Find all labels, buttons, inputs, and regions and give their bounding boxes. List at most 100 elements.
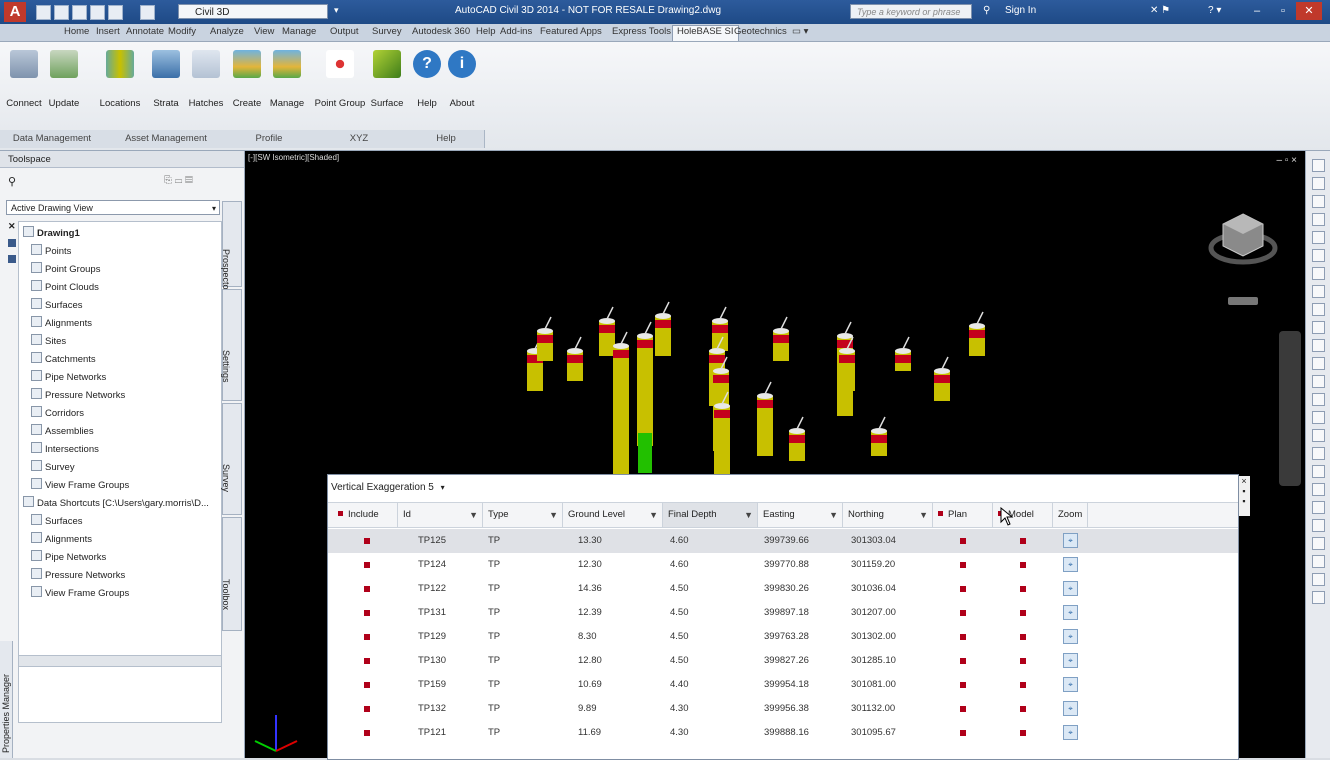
surface-button[interactable]: Surface	[368, 50, 406, 109]
tree-node-points[interactable]: Points	[31, 244, 71, 257]
plan-checkbox[interactable]	[960, 658, 966, 664]
palette-tool-icon[interactable]	[1312, 573, 1325, 586]
column-type[interactable]: Type ▼	[483, 503, 563, 527]
tree-node-ds-pipe-networks[interactable]: Pipe Networks	[31, 550, 106, 563]
zoom-icon[interactable]: ⌖	[1063, 653, 1078, 668]
zoom-icon[interactable]: ⌖	[1063, 629, 1078, 644]
tab-survey[interactable]: Survey	[372, 26, 402, 37]
tree-node-ds-surfaces[interactable]: Surfaces	[31, 514, 83, 527]
tree-node-intersections[interactable]: Intersections	[31, 442, 99, 455]
print-icon[interactable]	[90, 5, 105, 20]
navigation-bar[interactable]	[1279, 331, 1301, 486]
filter-icon[interactable]: ▼	[649, 503, 658, 527]
model-checkbox[interactable]	[1020, 682, 1026, 688]
workspace-selector[interactable]: Civil 3D	[178, 4, 328, 19]
table-row[interactable]: TP124 TP 12.30 4.60 399770.88 301159.20 ⌖	[328, 553, 1238, 577]
palette-tool-icon[interactable]	[1312, 321, 1325, 334]
table-row[interactable]: TP122 TP 14.36 4.50 399830.26 301036.04 ⌖	[328, 577, 1238, 601]
tree-node-pressure-networks[interactable]: Pressure Networks	[31, 388, 125, 401]
search-icon[interactable]: ⚲	[8, 175, 16, 188]
model-checkbox[interactable]	[1020, 586, 1026, 592]
tree-node-corridors[interactable]: Corridors	[31, 406, 84, 419]
locations-button[interactable]: Locations	[98, 50, 142, 109]
filter-icon[interactable]: ▼	[829, 503, 838, 527]
qat-dropdown-icon[interactable]: ▾	[334, 5, 339, 16]
model-checkbox[interactable]	[1020, 634, 1026, 640]
tab-autodesk-360[interactable]: Autodesk 360	[412, 26, 470, 37]
tab-survey-palette[interactable]: Survey	[221, 403, 242, 515]
table-row[interactable]: TP130 TP 12.80 4.50 399827.26 301285.10 ⌖	[328, 649, 1238, 673]
help-dropdown-icon[interactable]: ? ▾	[1208, 5, 1221, 16]
strata-button[interactable]: Strata	[148, 50, 184, 109]
hatches-button[interactable]: Hatches	[186, 50, 226, 109]
palette-tool-icon[interactable]	[1312, 303, 1325, 316]
search-input[interactable]: Type a keyword or phrase	[850, 4, 972, 19]
table-row[interactable]: TP129 TP 8.30 4.50 399763.28 301302.00 ⌖	[328, 625, 1238, 649]
model-checkbox[interactable]	[1020, 730, 1026, 736]
palette-tool-icon[interactable]	[1312, 231, 1325, 244]
palette-tool-icon[interactable]	[1312, 555, 1325, 568]
palette-tool-icon[interactable]	[1312, 213, 1325, 226]
include-checkbox[interactable]	[364, 562, 370, 568]
tab-add-ins[interactable]: Add-ins	[500, 26, 532, 37]
plan-checkbox[interactable]	[960, 562, 966, 568]
update-button[interactable]: Update	[46, 50, 82, 109]
panel-close-icon[interactable]: × ▪ ▪	[1238, 476, 1250, 516]
open-file-icon[interactable]	[54, 5, 69, 20]
include-checkbox[interactable]	[364, 586, 370, 592]
tab-prospector[interactable]: Prospector	[221, 201, 242, 293]
filter-icon[interactable]: ▼	[549, 503, 558, 527]
model-checkbox[interactable]	[1020, 706, 1026, 712]
tab-view[interactable]: View	[254, 26, 274, 37]
column-include[interactable]: Include	[328, 503, 398, 527]
palette-tool-icon[interactable]	[1312, 195, 1325, 208]
plan-checkbox[interactable]	[960, 586, 966, 592]
save-icon[interactable]	[72, 5, 87, 20]
close-button[interactable]: ✕	[1296, 2, 1322, 20]
palette-tool-icon[interactable]	[1312, 483, 1325, 496]
minimize-button[interactable]: –	[1244, 2, 1270, 20]
tab-insert[interactable]: Insert	[96, 26, 120, 37]
tree-node-surfaces[interactable]: Surfaces	[31, 298, 83, 311]
zoom-icon[interactable]: ⌖	[1063, 533, 1078, 548]
ucs-menu-icon[interactable]	[1228, 297, 1258, 305]
palette-tool-icon[interactable]	[1312, 429, 1325, 442]
column-id[interactable]: Id ▼	[398, 503, 483, 527]
include-checkbox[interactable]	[364, 682, 370, 688]
maximize-button[interactable]: ▫	[1270, 2, 1296, 20]
viewcube-icon[interactable]	[1208, 206, 1278, 276]
column-final-depth[interactable]: Final Depth ▼	[663, 503, 758, 527]
tab-geotechnics[interactable]: Geotechnics	[734, 26, 787, 37]
ribbon-options-icon[interactable]: ▭ ▾	[792, 26, 808, 37]
table-row[interactable]: TP131 TP 12.39 4.50 399897.18 301207.00 ⌖	[328, 601, 1238, 625]
palette-tool-icon[interactable]	[1312, 519, 1325, 532]
tree-node-assemblies[interactable]: Assemblies	[31, 424, 94, 437]
tree-node-data-shortcuts[interactable]: Data Shortcuts [C:\Users\gary.morris\D..…	[23, 496, 209, 509]
binoculars-icon[interactable]: ⚲	[983, 5, 990, 16]
palette-close-icon[interactable]: ✕	[8, 221, 16, 232]
exchange-icon[interactable]: ✕ ⚑	[1150, 5, 1170, 16]
include-checkbox[interactable]	[364, 658, 370, 664]
palette-tool-icon[interactable]	[1312, 591, 1325, 604]
palette-autohide-icon[interactable]	[8, 239, 16, 247]
app-menu-button[interactable]: A	[4, 2, 26, 22]
tab-settings-palette[interactable]: Settings	[221, 289, 242, 401]
tree-node-sites[interactable]: Sites	[31, 334, 66, 347]
vertical-exaggeration-selector[interactable]: Vertical Exaggeration 5 ▾	[331, 482, 445, 493]
zoom-icon[interactable]: ⌖	[1063, 701, 1078, 716]
tree-node-catchments[interactable]: Catchments	[31, 352, 96, 365]
tab-manage[interactable]: Manage	[282, 26, 316, 37]
tree-node-drawing1[interactable]: Drawing1	[23, 226, 80, 239]
palette-tool-icon[interactable]	[1312, 285, 1325, 298]
tab-annotate[interactable]: Annotate	[126, 26, 164, 37]
view-selector[interactable]: Active Drawing View ▾	[6, 200, 220, 215]
column-plan[interactable]: Plan	[933, 503, 993, 527]
new-file-icon[interactable]	[36, 5, 51, 20]
column-zoom[interactable]: Zoom	[1053, 503, 1088, 527]
tab-help[interactable]: Help	[476, 26, 496, 37]
include-checkbox[interactable]	[364, 730, 370, 736]
plan-checkbox[interactable]	[960, 634, 966, 640]
palette-tool-icon[interactable]	[1312, 537, 1325, 550]
include-checkbox[interactable]	[364, 634, 370, 640]
include-checkbox[interactable]	[364, 706, 370, 712]
